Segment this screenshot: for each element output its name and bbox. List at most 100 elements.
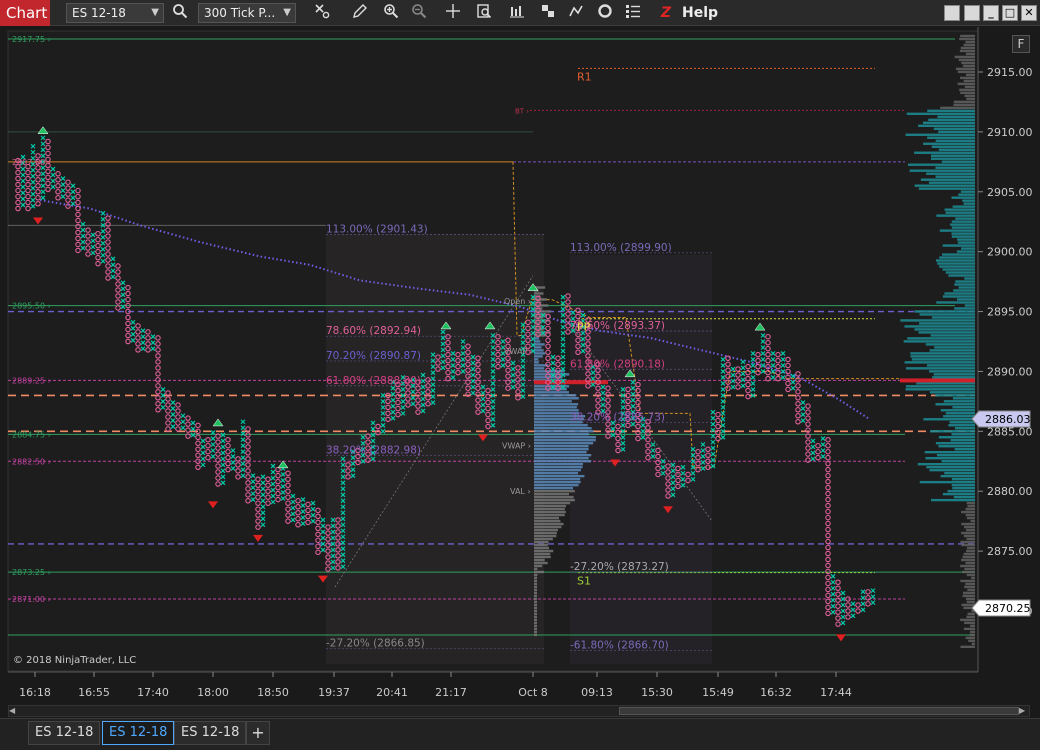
maximize-icon[interactable]: □ [1002, 5, 1018, 21]
period-selector[interactable]: 300 Tick P... ▼ [198, 3, 296, 23]
chart-canvas[interactable]: 2917.75 › 2907.50 › 2895.50 › 2889.25 › 2884… [0, 27, 1040, 703]
crosshair-icon[interactable] [443, 3, 463, 23]
list-icon[interactable] [623, 3, 643, 23]
chevron-down-icon: ▼ [283, 7, 291, 18]
profile-bar [930, 157, 975, 160]
time-tick-label: 16:32 [760, 686, 792, 699]
pointfigure-style-icon[interactable] [312, 3, 332, 23]
profile-bar [964, 304, 975, 307]
profile-bar [960, 645, 975, 649]
profile-bar [962, 594, 975, 598]
profile-bar [940, 474, 975, 478]
profile-bar [956, 250, 975, 253]
profile-bar [963, 552, 975, 556]
profile-bar [938, 436, 975, 439]
profile-bar [954, 55, 975, 59]
bar-spacing-icon[interactable] [507, 3, 527, 23]
profile-bar [905, 133, 975, 136]
chart-title: Chart [0, 0, 50, 26]
profile-bar [965, 507, 975, 511]
refresh-icon[interactable] [595, 3, 615, 23]
profile-bar [961, 61, 975, 65]
profile-bar [950, 223, 975, 226]
add-tab-button[interactable]: + [246, 721, 270, 745]
profile-bar [929, 391, 975, 394]
close-icon[interactable]: ✕ [1021, 5, 1037, 21]
profile-bar [953, 100, 975, 104]
f-button[interactable]: F [1012, 35, 1030, 53]
profile-bar [939, 256, 975, 259]
profile-bar [907, 337, 975, 340]
help-menu[interactable]: Help [682, 0, 718, 26]
profile-bar [936, 453, 975, 457]
level-price-label: 2895.50 › [12, 302, 51, 311]
profile-bar [960, 190, 975, 193]
instrument-selector[interactable]: ES 12-18 ▼ [66, 3, 164, 23]
profile-bar [971, 576, 975, 580]
profile-bar [916, 382, 975, 385]
drawing-tools-icon[interactable] [566, 3, 586, 23]
profile-bar [924, 450, 975, 454]
session-profile-bar [534, 564, 543, 568]
copyright-text: © 2018 NinjaTrader, LLC [13, 655, 137, 666]
horizontal-scrollbar[interactable]: ◀ ▶ [8, 705, 1030, 717]
profile-bar [923, 142, 975, 145]
scrollbar-thumb[interactable] [619, 707, 1019, 715]
session-profile-bar [534, 612, 537, 616]
profile-bar [966, 537, 975, 541]
profile-bar [961, 543, 975, 547]
profile-bar [922, 121, 975, 125]
time-tick-label: 18:50 [257, 686, 289, 699]
profile-bar [914, 151, 975, 154]
profile-bar [966, 600, 975, 604]
tab-es-3[interactable]: ES 12-18 [174, 721, 247, 745]
minimize-restore-icon[interactable] [944, 5, 960, 21]
profile-bar [959, 37, 975, 41]
tab-es-2[interactable]: ES 12-18 [102, 721, 175, 745]
always-on-top-icon[interactable] [964, 5, 980, 21]
pencil-icon[interactable] [350, 3, 370, 23]
minimize-icon[interactable]: _ [983, 5, 999, 21]
fib-label-right: 38.20% (2885.73) [570, 412, 665, 424]
search-icon[interactable] [170, 3, 190, 23]
r1-label: R1 [577, 70, 592, 83]
session-profile-bar [534, 633, 537, 637]
profile-bar [926, 172, 975, 175]
profile-bar [963, 43, 975, 47]
session-profile-bar [534, 561, 548, 565]
profile-bar [967, 612, 975, 616]
profile-bar [945, 271, 975, 274]
z-order-icon[interactable]: Z [656, 3, 676, 23]
session-profile-bar [534, 477, 581, 481]
profile-bar [919, 322, 975, 325]
zoom-out-icon[interactable] [409, 3, 429, 23]
profile-bar [904, 325, 975, 328]
session-profile-bar [534, 459, 592, 463]
level-price-label: 2884.75 › [12, 430, 51, 439]
price-tick-label: 2910.00 [987, 126, 1033, 139]
price-tick-label: 2880.00 [987, 485, 1033, 498]
tab-es-1[interactable]: ES 12-18 [28, 721, 101, 745]
scroll-right-icon[interactable]: ▶ [1019, 706, 1029, 716]
profile-bar [905, 385, 975, 388]
session-profile-bar [534, 358, 539, 361]
profile-bar [961, 603, 975, 607]
profile-bar [967, 546, 975, 550]
time-tick-label: 09:13 [581, 686, 613, 699]
profile-bar [944, 208, 975, 211]
profile-bar [942, 244, 975, 247]
session-profile-bar [534, 439, 596, 442]
profile-bar [970, 519, 975, 523]
templates-icon[interactable] [538, 3, 558, 23]
profile-bar [964, 621, 975, 625]
session-profile-bar [534, 546, 550, 550]
profile-bar [930, 334, 975, 337]
profile-bar [951, 433, 975, 436]
session-profile-bar [534, 588, 537, 592]
profile-bar [930, 498, 975, 502]
profile-bar [951, 220, 975, 223]
chart-area[interactable]: 2917.75 › 2907.50 › 2895.50 › 2889.25 › 2884… [0, 27, 1040, 703]
scroll-left-icon[interactable]: ◀ [9, 706, 19, 716]
data-box-icon[interactable] [474, 3, 494, 23]
zoom-in-icon[interactable] [381, 3, 401, 23]
